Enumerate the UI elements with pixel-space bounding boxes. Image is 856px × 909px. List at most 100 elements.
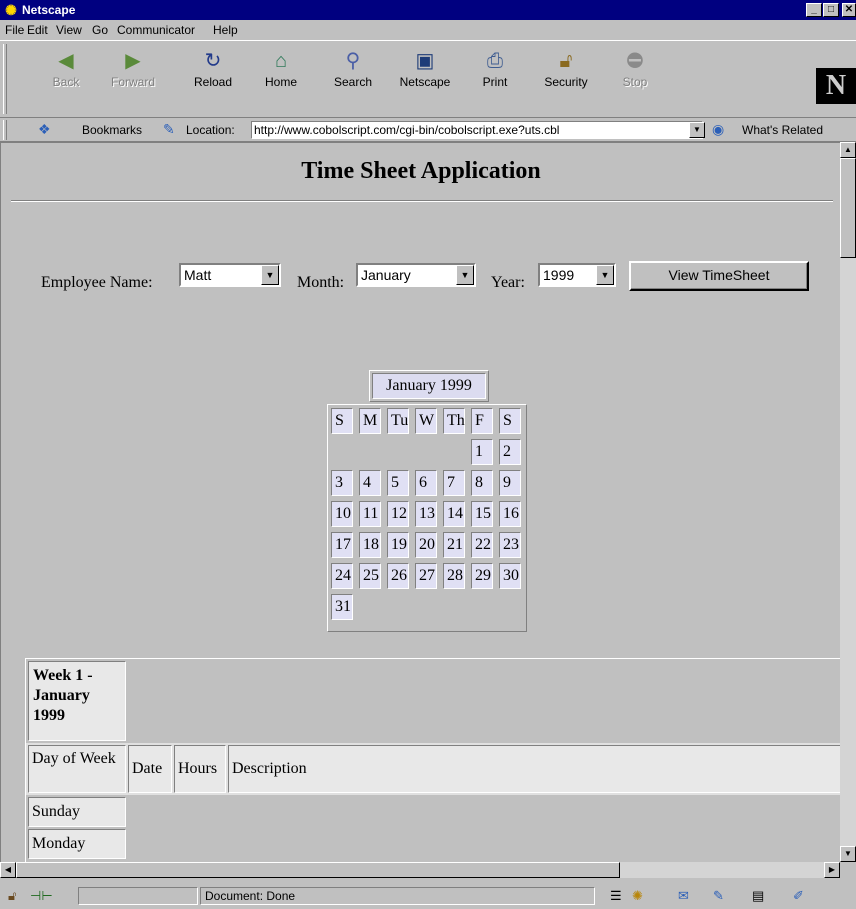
search-button[interactable]: ⚲ Search	[323, 49, 383, 89]
year-label: Year:	[491, 274, 525, 291]
scroll-left-button[interactable]: ◀	[0, 862, 16, 878]
print-button[interactable]: ⎙ Print	[465, 49, 525, 89]
menu-file[interactable]: File	[5, 23, 24, 37]
scroll-right-button[interactable]: ▶	[824, 862, 840, 878]
netscape-app-icon: ✺	[5, 2, 17, 18]
forward-button[interactable]: ▶ Forward	[103, 49, 163, 89]
mail-icon[interactable]: ✉	[678, 888, 689, 904]
menu-view[interactable]: View	[56, 23, 82, 37]
page-content: Time Sheet Application Employee Name: Ma…	[0, 142, 840, 862]
day-cell: Sunday	[28, 797, 126, 827]
composer-icon[interactable]: ▤	[752, 888, 764, 904]
location-icon[interactable]: ✎	[163, 121, 175, 138]
menu-communicator[interactable]: Communicator	[117, 23, 195, 37]
column-header-hours: Hours	[174, 745, 226, 793]
calendar-date[interactable]: 25	[359, 563, 381, 589]
document-icon[interactable]: ☰	[610, 888, 622, 904]
employee-select[interactable]: Matt ▼	[179, 263, 281, 287]
calendar-date[interactable]: 22	[471, 532, 493, 558]
chevron-down-icon: ▼	[596, 265, 614, 285]
home-icon: ⌂	[274, 50, 288, 72]
forward-arrow-icon: ▶	[125, 50, 141, 72]
discussion-icon[interactable]: ✎	[713, 888, 724, 904]
home-button[interactable]: ⌂ Home	[251, 49, 311, 89]
page-title: Time Sheet Application	[301, 158, 541, 184]
month-select[interactable]: January ▼	[356, 263, 476, 287]
calendar-date[interactable]: 19	[387, 532, 409, 558]
maximize-button[interactable]: □	[823, 3, 839, 17]
calendar-date[interactable]: 2	[499, 439, 521, 465]
calendar-date[interactable]: 15	[471, 501, 493, 527]
calendar-date[interactable]: 3	[331, 470, 353, 496]
calendar-date[interactable]: 29	[471, 563, 493, 589]
scroll-up-button[interactable]: ▲	[840, 142, 856, 158]
minimize-button[interactable]: _	[806, 3, 822, 17]
calendar-date[interactable]: 16	[499, 501, 521, 527]
calendar-date[interactable]: 18	[359, 532, 381, 558]
calendar-date[interactable]: 27	[415, 563, 437, 589]
calendar-date[interactable]: 5	[387, 470, 409, 496]
view-timesheet-button[interactable]: View TimeSheet	[629, 261, 809, 291]
calendar-day-header: F	[471, 408, 493, 434]
calendar-date[interactable]: 10	[331, 501, 353, 527]
navigator-icon[interactable]: ✺	[632, 888, 643, 904]
print-icon: ⎙	[487, 50, 503, 72]
vertical-scroll-thumb[interactable]	[840, 158, 856, 258]
calendar-day-header: S	[499, 408, 521, 434]
calendar-date[interactable]: 8	[471, 470, 493, 496]
whats-related-button[interactable]: What's Related	[742, 123, 823, 137]
back-button[interactable]: ◀ Back	[36, 49, 96, 89]
calendar-date[interactable]: 26	[387, 563, 409, 589]
calendar-date[interactable]: 14	[443, 501, 465, 527]
whats-related-icon[interactable]: ◉	[712, 121, 724, 138]
security-lock-icon[interactable]: 🔓︎	[8, 888, 16, 904]
menu-go[interactable]: Go	[92, 23, 108, 37]
calendar-date[interactable]: 20	[415, 532, 437, 558]
calendar-date[interactable]: 17	[331, 532, 353, 558]
horizontal-scroll-thumb[interactable]	[16, 862, 620, 878]
calendar-date[interactable]: 6	[415, 470, 437, 496]
netscape-logo[interactable]: N	[816, 68, 856, 104]
vertical-scrollbar[interactable]: ▲ ▼	[840, 142, 856, 862]
url-dropdown-button[interactable]: ▼	[689, 122, 705, 138]
calendar-date[interactable]: 28	[443, 563, 465, 589]
calendar-caption: January 1999	[369, 370, 489, 402]
close-button[interactable]: ✕	[842, 3, 856, 17]
calendar-date[interactable]: 13	[415, 501, 437, 527]
calendar-date[interactable]: 7	[443, 470, 465, 496]
calendar-date[interactable]: 9	[499, 470, 521, 496]
location-label: Location:	[186, 123, 235, 137]
horizontal-scrollbar[interactable]: ◀ ▶	[0, 862, 840, 878]
location-toolbar: ❖ Bookmarks ✎ Location: http://www.cobol…	[0, 118, 856, 142]
window-titlebar: ✺ Netscape _ □ ✕	[0, 0, 856, 20]
window-title: Netscape	[22, 3, 76, 17]
reload-button[interactable]: ↻ Reload	[183, 49, 243, 89]
scroll-down-button[interactable]: ▼	[840, 846, 856, 862]
calendar-date[interactable]: 24	[331, 563, 353, 589]
menu-edit[interactable]: Edit	[27, 23, 48, 37]
bookmarks-icon[interactable]: ❖	[38, 121, 51, 138]
calendar-date[interactable]: 12	[387, 501, 409, 527]
location-grip[interactable]	[3, 120, 7, 140]
tools-icon[interactable]: ✐	[793, 888, 804, 904]
my-netscape-button[interactable]: ▣ Netscape	[395, 49, 455, 89]
toolbar-grip[interactable]	[3, 44, 7, 114]
month-label: Month:	[297, 274, 345, 291]
calendar-date[interactable]: 31	[331, 594, 353, 620]
calendar-date[interactable]: 11	[359, 501, 381, 527]
calendar-date[interactable]: 21	[443, 532, 465, 558]
stop-button[interactable]: ⛔︎ Stop	[605, 49, 665, 89]
calendar-date[interactable]: 23	[499, 532, 521, 558]
menu-help[interactable]: Help	[213, 23, 238, 37]
calendar-date[interactable]: 30	[499, 563, 521, 589]
calendar-date[interactable]: 4	[359, 470, 381, 496]
calendar-day-header: Tu	[387, 408, 409, 434]
security-lock-icon: 🔓︎	[559, 50, 573, 72]
calendar-date[interactable]: 1	[471, 439, 493, 465]
bookmarks-button[interactable]: Bookmarks	[82, 123, 142, 137]
url-input[interactable]: http://www.cobolscript.com/cgi-bin/cobol…	[251, 121, 703, 139]
status-bar: 🔓︎ ⊣⊢ Document: Done ☰ ✺ ✉ ✎ ▤ ✐	[0, 883, 856, 909]
year-select[interactable]: 1999 ▼	[538, 263, 616, 287]
security-button[interactable]: 🔓︎ Security	[536, 49, 596, 89]
employee-label: Employee Name:	[41, 274, 153, 291]
